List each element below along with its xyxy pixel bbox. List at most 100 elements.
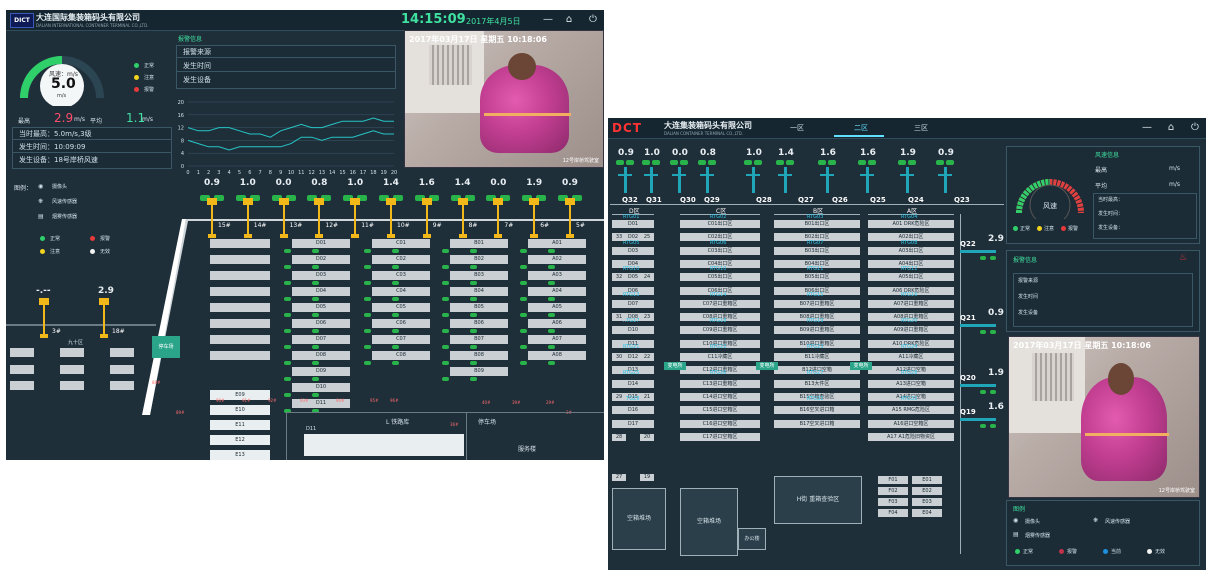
rtg-label[interactable]: RTG28: [901, 370, 917, 376]
yard-block-d10[interactable]: D10: [292, 383, 350, 392]
minimize-icon[interactable]: —: [1140, 121, 1154, 135]
crane-12[interactable]: [314, 198, 325, 238]
rtg-label[interactable]: RTG24: [901, 344, 917, 350]
yard-block[interactable]: C16进口空箱区: [680, 419, 760, 428]
yard-block-c05[interactable]: C05: [372, 303, 430, 312]
yard-block-left[interactable]: [210, 271, 270, 280]
yard-block-d03[interactable]: D03: [292, 271, 350, 280]
yard-block[interactable]: B13大件区: [774, 379, 860, 388]
home-icon[interactable]: ⌂: [562, 13, 576, 27]
yard-block-a07[interactable]: A07: [528, 335, 586, 344]
yard-block[interactable]: C13进口重箱区: [680, 379, 760, 388]
rtg-label[interactable]: RTG31: [807, 396, 823, 402]
e-block[interactable]: E03: [912, 498, 942, 506]
home-icon[interactable]: ⌂: [1164, 121, 1178, 135]
yard-block[interactable]: C09进口重箱区: [680, 326, 760, 335]
yard-block-b08[interactable]: B08: [450, 351, 508, 360]
quay-q21[interactable]: Q21: [960, 314, 976, 322]
left-yard-block[interactable]: [110, 348, 134, 357]
rtg-label[interactable]: RTG20: [901, 318, 917, 324]
yard-block-a04[interactable]: A04: [528, 287, 586, 296]
rtg-label[interactable]: RTG23: [807, 344, 823, 350]
e-block[interactable]: E01: [912, 476, 942, 484]
yard-block-b06[interactable]: B06: [450, 319, 508, 328]
rtg-label[interactable]: RTG10: [623, 266, 639, 272]
left-yard-block[interactable]: [10, 365, 34, 374]
empty-container-yard-1[interactable]: 空箱堆场: [612, 488, 666, 550]
yard-block-c03[interactable]: C03: [372, 271, 430, 280]
crane-7[interactable]: [493, 198, 504, 238]
crane-10[interactable]: [386, 198, 396, 238]
yard-block[interactable]: B09进口重箱区: [774, 326, 860, 335]
rtg-label[interactable]: RTG11: [807, 266, 823, 272]
rtg-label[interactable]: RTG08: [901, 240, 917, 246]
yard-block-b02[interactable]: B02: [450, 255, 508, 264]
yard-block-d02[interactable]: D02: [292, 255, 350, 264]
left-yard-block[interactable]: [60, 381, 84, 390]
yard-block-left[interactable]: [210, 303, 270, 312]
yard-block[interactable]: A13进口空箱: [868, 379, 954, 388]
crane-11[interactable]: [350, 198, 361, 238]
yard-block-a02[interactable]: A02: [528, 255, 586, 264]
crane-3[interactable]: [39, 298, 49, 338]
crane-6[interactable]: [529, 198, 540, 238]
f-block[interactable]: F03: [878, 498, 908, 506]
quay-q25[interactable]: Q25: [870, 196, 886, 204]
yard-block-c08[interactable]: C08: [372, 351, 430, 360]
yard-block-left[interactable]: [210, 351, 270, 360]
rtg-label[interactable]: RTG13: [623, 292, 639, 298]
rtg-label[interactable]: RTG02: [710, 214, 726, 220]
substation[interactable]: 变电所: [664, 362, 686, 370]
yard-block[interactable]: B17空叉进口箱: [774, 419, 860, 428]
quay-q22[interactable]: Q22: [960, 240, 976, 248]
yard-block[interactable]: C03出口区: [680, 246, 760, 255]
left-yard-block[interactable]: [110, 381, 134, 390]
yard-block-a06[interactable]: A06: [528, 319, 586, 328]
yard-block[interactable]: C05出口区: [680, 273, 760, 282]
yard-block-b05[interactable]: B05: [450, 303, 508, 312]
rtg-label[interactable]: RTG14: [710, 292, 726, 298]
yard-block[interactable]: C15进口空箱区: [680, 406, 760, 415]
alarm-bell-icon[interactable]: ♨: [1179, 253, 1187, 263]
yard-block-left[interactable]: [210, 287, 270, 296]
yard-block[interactable]: B16空叉进口箱: [774, 406, 860, 415]
crane-18[interactable]: [99, 298, 109, 338]
yard-block-d08[interactable]: D08: [292, 351, 350, 360]
e-block[interactable]: E04: [912, 509, 942, 517]
tab-zone-3[interactable]: 三区: [914, 123, 928, 133]
left-yard-block[interactable]: [10, 381, 34, 390]
f-block[interactable]: F01: [878, 476, 908, 484]
yard-block[interactable]: A01 DRK危险区: [868, 220, 954, 228]
yard-block-d01[interactable]: D01: [292, 239, 350, 248]
yard-block-c04[interactable]: C04: [372, 287, 430, 296]
tab-zone-1[interactable]: 一区: [790, 123, 804, 133]
quay-q30[interactable]: Q30: [680, 196, 696, 204]
yard-block-left[interactable]: [210, 335, 270, 344]
yard-block[interactable]: D03: [612, 246, 654, 255]
rtg-label[interactable]: RTG27: [807, 370, 823, 376]
quay-q27[interactable]: Q27: [798, 196, 814, 204]
tab-zone-2[interactable]: 二区: [854, 123, 868, 133]
yard-block-left[interactable]: [210, 255, 270, 264]
yard-block[interactable]: A11冷藏区: [868, 353, 954, 361]
crane-8[interactable]: [457, 198, 468, 238]
yard-block-a08[interactable]: A08: [528, 351, 586, 360]
yard-block[interactable]: A05出口区: [868, 273, 954, 282]
quay-q28[interactable]: Q28: [756, 196, 772, 204]
yard-block[interactable]: A03出口区: [868, 246, 954, 255]
yard-block[interactable]: C07进口重箱区: [680, 299, 760, 308]
rtg-label[interactable]: RTG01: [623, 214, 639, 220]
substation[interactable]: 变电所: [850, 362, 872, 370]
crane-9[interactable]: [421, 198, 432, 238]
yard-block[interactable]: D14: [612, 379, 654, 388]
yard-block[interactable]: C01出口区: [680, 220, 760, 228]
yard-block-b04[interactable]: B04: [450, 287, 508, 296]
quay-q32[interactable]: Q32: [622, 196, 638, 204]
power-icon[interactable]: ⏻: [586, 13, 600, 27]
yard-block[interactable]: D01: [612, 220, 654, 228]
yard-block-left[interactable]: [210, 239, 270, 248]
rtg-label[interactable]: RTG12: [901, 266, 917, 272]
left-yard-block[interactable]: [60, 365, 84, 374]
yard-block-left[interactable]: [210, 319, 270, 328]
rtg-label[interactable]: RTG04: [901, 214, 917, 220]
